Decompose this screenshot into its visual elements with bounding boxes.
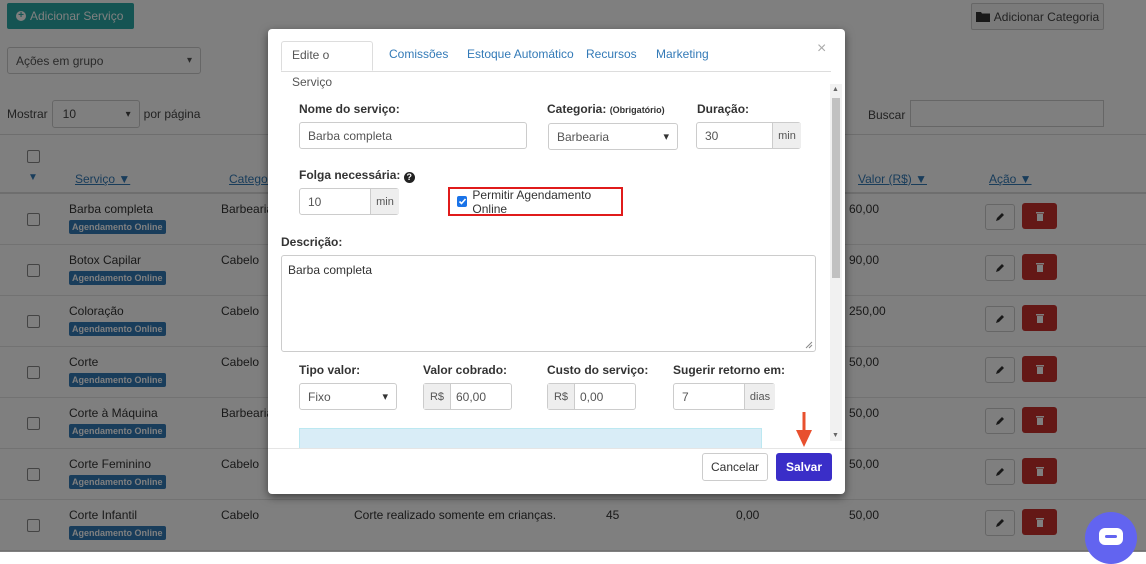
tab-resources[interactable]: Recursos: [586, 41, 637, 71]
cancel-button[interactable]: Cancelar: [702, 453, 768, 481]
category-value: Barbearia: [557, 129, 610, 144]
scroll-thumb[interactable]: [832, 98, 840, 278]
description-value: Barba completa: [288, 263, 373, 277]
modal-scrollbar[interactable]: ▲ ▼: [830, 84, 842, 441]
online-booking-checkbox-highlight[interactable]: Permitir Agendamento Online: [448, 187, 623, 216]
gap-unit: min: [370, 189, 399, 214]
duration-label: Duração:: [697, 102, 750, 116]
online-booking-label: Permitir Agendamento Online: [472, 187, 592, 216]
charged-value-label: Valor cobrado:: [423, 363, 508, 377]
return-label: Sugerir retorno em:: [673, 363, 786, 377]
checkmark-icon: [458, 198, 466, 205]
scroll-up-icon[interactable]: ▲: [832, 86, 839, 93]
charged-value: 60,00: [456, 389, 487, 404]
service-name-input[interactable]: Barba completa: [299, 122, 527, 149]
return-input[interactable]: 7 dias: [673, 383, 775, 410]
save-button[interactable]: Salvar: [776, 453, 832, 481]
annotation-arrow-icon: [796, 412, 812, 447]
chat-icon: [1099, 528, 1123, 545]
service-name-label: Nome do serviço:: [299, 102, 400, 116]
description-textarea[interactable]: Barba completa: [281, 255, 816, 352]
category-required-text: (Obrigatório): [609, 105, 665, 115]
price-type-value: Fixo: [308, 389, 331, 404]
gap-value: 10: [308, 194, 322, 209]
duration-value: 30: [705, 128, 719, 143]
chat-launcher[interactable]: [1085, 512, 1137, 564]
service-name-value: Barba completa: [308, 128, 393, 143]
gap-label: Folga necessária: ?: [299, 168, 415, 183]
category-label-text: Categoria:: [547, 102, 607, 116]
price-type-label: Tipo valor:: [299, 363, 361, 377]
tab-auto-stock[interactable]: Estoque Automático: [467, 41, 574, 71]
charged-currency: R$: [424, 384, 451, 409]
cost-value: 0,00: [580, 389, 604, 404]
info-box: [299, 428, 762, 448]
description-label: Descrição:: [281, 235, 343, 249]
chevron-down-icon: ▾: [382, 391, 388, 403]
edit-service-modal: Edite o Serviço Comissões Estoque Automá…: [268, 29, 845, 494]
return-unit: dias: [744, 384, 775, 409]
tab-marketing[interactable]: Marketing: [656, 41, 709, 71]
return-value: 7: [682, 389, 689, 404]
charged-value-input[interactable]: R$ 60,00: [423, 383, 512, 410]
category-label: Categoria: (Obrigatório): [547, 102, 665, 116]
chevron-down-icon: ▾: [663, 131, 669, 143]
modal-tabs: Edite o Serviço Comissões Estoque Automá…: [281, 41, 831, 89]
resize-handle-icon[interactable]: [805, 341, 813, 349]
cost-label: Custo do serviço:: [547, 363, 649, 377]
price-type-select[interactable]: Fixo ▾: [299, 383, 397, 410]
duration-input[interactable]: 30 min: [696, 122, 801, 149]
cost-currency: R$: [548, 384, 575, 409]
scroll-down-icon[interactable]: ▼: [832, 432, 839, 439]
duration-unit: min: [772, 123, 801, 148]
gap-input[interactable]: 10 min: [299, 188, 399, 215]
tab-edit-service[interactable]: Edite o Serviço: [281, 41, 373, 89]
category-select[interactable]: Barbearia ▾: [548, 123, 678, 150]
help-icon[interactable]: ?: [403, 172, 415, 183]
close-icon[interactable]: ×: [817, 40, 826, 58]
cost-input[interactable]: R$ 0,00: [547, 383, 636, 410]
online-booking-checkbox[interactable]: [457, 196, 468, 207]
tab-commissions[interactable]: Comissões: [389, 41, 448, 71]
gap-label-text: Folga necessária:: [299, 168, 401, 182]
